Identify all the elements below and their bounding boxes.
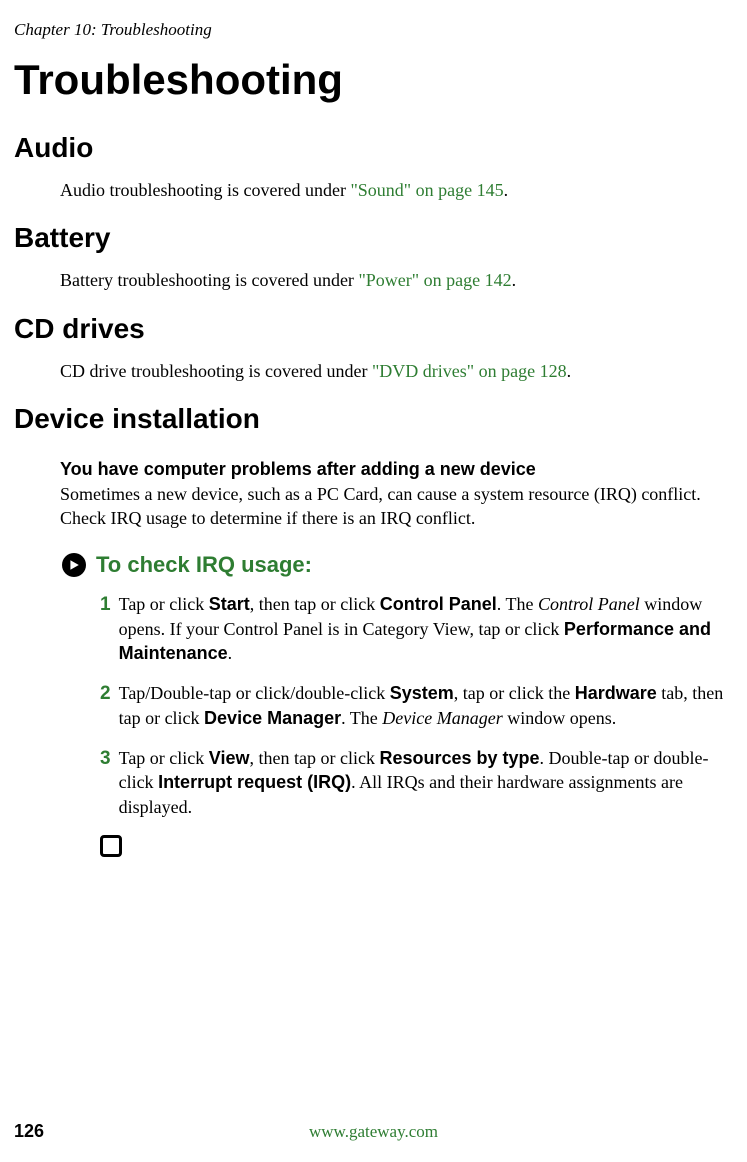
stop-icon	[100, 835, 122, 857]
audio-text-pre: Audio troubleshooting is covered under	[60, 180, 350, 200]
bold-text: Control Panel	[380, 594, 497, 614]
section-audio-heading: Audio	[0, 132, 747, 164]
play-icon	[62, 553, 86, 577]
page-footer: 126 www.gateway.com	[0, 1121, 747, 1142]
text: Tap/Double-tap or click/double-click	[119, 683, 390, 703]
page-title: Troubleshooting	[0, 56, 747, 104]
text: . The	[341, 708, 382, 728]
text: window opens.	[503, 708, 617, 728]
section-device-heading: Device installation	[0, 403, 747, 435]
battery-text-post: .	[512, 270, 517, 290]
text: . The	[497, 594, 538, 614]
text: .	[228, 643, 233, 663]
audio-text-post: .	[504, 180, 509, 200]
battery-text-pre: Battery troubleshooting is covered under	[60, 270, 358, 290]
device-problem-heading: You have computer problems after adding …	[0, 459, 747, 480]
chapter-header: Chapter 10: Troubleshooting	[0, 20, 747, 40]
cd-text-pre: CD drive troubleshooting is covered unde…	[60, 361, 372, 381]
page-number: 126	[14, 1121, 44, 1142]
step-number: 2	[100, 681, 111, 730]
step-body: Tap or click View, then tap or click Res…	[119, 746, 727, 819]
step-number: 1	[100, 592, 111, 665]
italic-text: Device Manager	[382, 708, 502, 728]
step-body: Tap or click Start, then tap or click Co…	[119, 592, 727, 665]
step-2: 2 Tap/Double-tap or click/double-click S…	[0, 681, 747, 730]
italic-text: Control Panel	[538, 594, 640, 614]
step-body: Tap/Double-tap or click/double-click Sys…	[119, 681, 727, 730]
procedure-title: To check IRQ usage:	[96, 552, 312, 578]
section-battery-heading: Battery	[0, 222, 747, 254]
cd-text: CD drive troubleshooting is covered unde…	[0, 359, 747, 383]
bold-text: View	[209, 748, 250, 768]
text: Tap or click	[119, 748, 209, 768]
step-number: 3	[100, 746, 111, 819]
battery-text: Battery troubleshooting is covered under…	[0, 268, 747, 292]
step-1: 1 Tap or click Start, then tap or click …	[0, 592, 747, 665]
text: Tap or click	[119, 594, 209, 614]
audio-link[interactable]: "Sound" on page 145	[350, 180, 503, 200]
text: , then tap or click	[250, 594, 380, 614]
text: , tap or click the	[454, 683, 575, 703]
text: , then tap or click	[249, 748, 379, 768]
cd-text-post: .	[567, 361, 572, 381]
bold-text: System	[390, 683, 454, 703]
battery-link[interactable]: "Power" on page 142	[358, 270, 511, 290]
bold-text: Start	[209, 594, 250, 614]
cd-link[interactable]: "DVD drives" on page 128	[372, 361, 567, 381]
footer-url[interactable]: www.gateway.com	[309, 1122, 438, 1142]
section-cd-heading: CD drives	[0, 313, 747, 345]
device-desc: Sometimes a new device, such as a PC Car…	[0, 482, 747, 531]
bold-text: Resources by type	[379, 748, 539, 768]
bold-text: Device Manager	[204, 708, 341, 728]
bold-text: Hardware	[575, 683, 657, 703]
step-3: 3 Tap or click View, then tap or click R…	[0, 746, 747, 819]
audio-text: Audio troubleshooting is covered under "…	[0, 178, 747, 202]
bold-text: Interrupt request (IRQ)	[158, 772, 351, 792]
procedure-header: To check IRQ usage:	[0, 552, 747, 578]
